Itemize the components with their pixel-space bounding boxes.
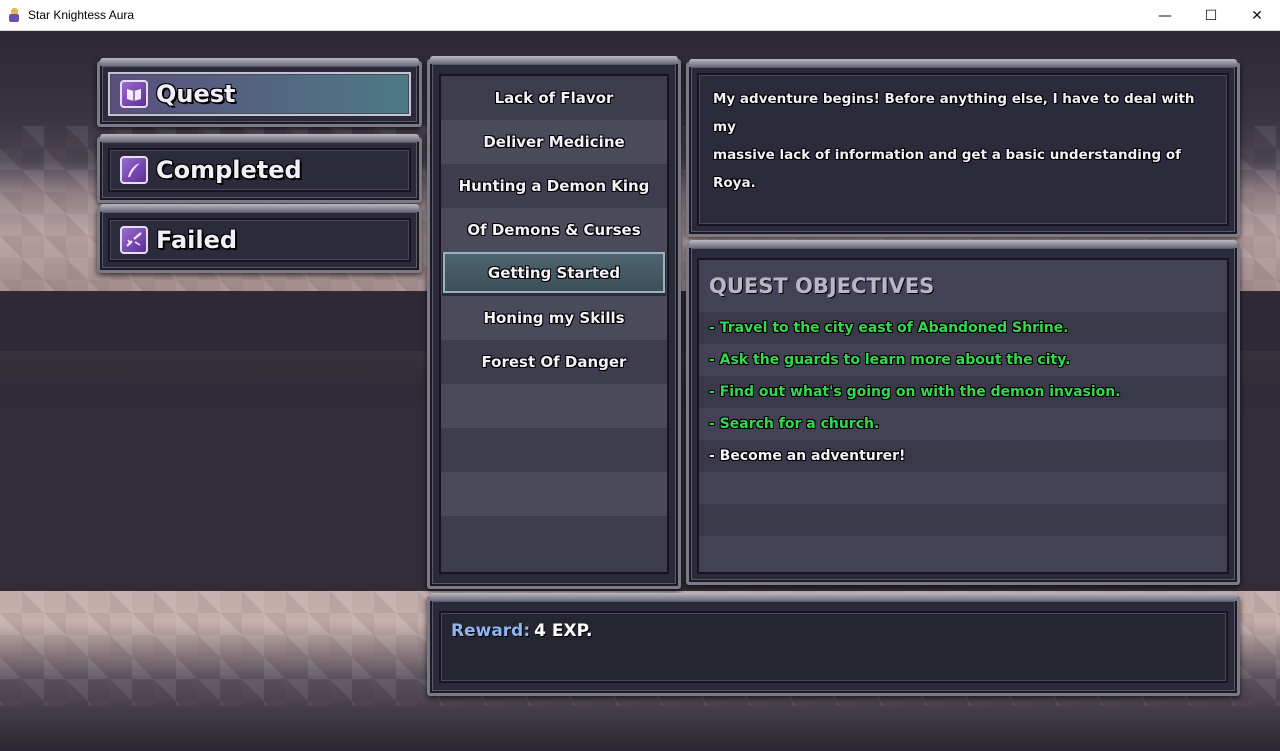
objective-item: - Search for a church. <box>699 408 1227 440</box>
category-tab-failed-inner: Failed <box>108 218 411 262</box>
quest-objectives: QUEST OBJECTIVES - Travel to the city ea… <box>697 258 1229 574</box>
objective-empty-row <box>699 536 1227 572</box>
maximize-icon: ☐ <box>1204 7 1218 24</box>
quest-item-label: Of Demons & Curses <box>467 221 641 239</box>
category-label: Failed <box>156 226 238 254</box>
quill-icon <box>120 156 148 184</box>
quest-item-label: Deliver Medicine <box>483 133 625 151</box>
category-tab-completed-inner: Completed <box>108 148 411 192</box>
window-titlebar: Star Knightess Aura — ☐ ✕ <box>0 0 1280 31</box>
frame-top-edge <box>689 59 1237 67</box>
objective-empty-row <box>699 472 1227 504</box>
quest-item-of-demons-curses[interactable]: Of Demons & Curses <box>441 208 667 252</box>
description-line-2: massive lack of information and get a ba… <box>713 147 1182 191</box>
frame-top-edge <box>100 204 419 212</box>
category-tab-quest-inner: Quest <box>108 72 411 116</box>
reward-label: Reward: <box>451 621 531 641</box>
app-icon <box>6 7 22 23</box>
objective-text: - Travel to the city east of Abandoned S… <box>709 320 1069 336</box>
objective-item: - Find out what's going on with the demo… <box>699 376 1227 408</box>
quest-objectives-panel: QUEST OBJECTIVES - Travel to the city ea… <box>686 240 1240 585</box>
quest-list-panel: Lack of Flavor Deliver Medicine Hunting … <box>427 56 681 589</box>
quest-list-empty-row <box>441 428 667 472</box>
objective-item: - Travel to the city east of Abandoned S… <box>699 312 1227 344</box>
window-title: Star Knightess Aura <box>28 8 135 22</box>
quest-item-label: Honing my Skills <box>483 309 625 327</box>
quest-item-label: Forest Of Danger <box>481 353 627 371</box>
objective-text: - Find out what's going on with the demo… <box>709 384 1121 400</box>
objective-text: - Ask the guards to learn more about the… <box>709 352 1071 368</box>
quest-item-forest-of-danger[interactable]: Forest Of Danger <box>441 340 667 384</box>
quest-item-getting-started[interactable]: Getting Started <box>443 252 665 293</box>
quest-list-empty-row <box>441 384 667 428</box>
frame-top-edge <box>100 58 419 66</box>
objective-item: - Ask the guards to learn more about the… <box>699 344 1227 376</box>
quest-description: My adventure begins! Before anything els… <box>697 73 1229 226</box>
frame-top-edge <box>100 134 419 142</box>
close-button[interactable]: ✕ <box>1234 0 1280 31</box>
book-icon <box>120 80 148 108</box>
category-tab-completed[interactable]: Completed <box>97 134 422 203</box>
category-label: Completed <box>156 156 302 184</box>
close-icon: ✕ <box>1251 7 1263 24</box>
quest-description-panel: My adventure begins! Before anything els… <box>686 59 1240 237</box>
frame-top-edge <box>430 593 1237 601</box>
quest-item-label: Hunting a Demon King <box>458 177 650 195</box>
quest-reward: Reward: 4 EXP. <box>439 611 1228 683</box>
reward-value: 4 EXP. <box>534 621 593 641</box>
quest-item-lack-of-flavor[interactable]: Lack of Flavor <box>441 76 667 120</box>
quest-item-honing-my-skills[interactable]: Honing my Skills <box>441 296 667 340</box>
quest-item-label: Getting Started <box>487 263 621 282</box>
window-controls: — ☐ ✕ <box>1142 0 1280 31</box>
minimize-icon: — <box>1158 7 1172 24</box>
quest-reward-panel: Reward: 4 EXP. <box>427 593 1240 696</box>
minimize-button[interactable]: — <box>1142 0 1188 31</box>
objective-text: - Become an adventurer! <box>709 448 906 464</box>
quest-list: Lack of Flavor Deliver Medicine Hunting … <box>439 74 669 574</box>
maximize-button[interactable]: ☐ <box>1188 0 1234 31</box>
objective-empty-row <box>699 504 1227 536</box>
quest-list-empty-row <box>441 472 667 516</box>
category-label: Quest <box>156 80 236 108</box>
frame-top-edge <box>689 240 1237 248</box>
quest-item-hunting-a-demon-king[interactable]: Hunting a Demon King <box>441 164 667 208</box>
quest-item-label: Lack of Flavor <box>494 89 614 107</box>
frame-top-edge <box>430 56 678 64</box>
quest-list-empty-row <box>441 516 667 572</box>
objective-text: - Search for a church. <box>709 416 880 432</box>
quest-item-deliver-medicine[interactable]: Deliver Medicine <box>441 120 667 164</box>
description-line-1: My adventure begins! Before anything els… <box>713 91 1195 135</box>
category-tab-quest[interactable]: Quest <box>97 58 422 127</box>
objectives-title: QUEST OBJECTIVES <box>709 274 935 298</box>
category-tab-failed[interactable]: Failed <box>97 204 422 273</box>
broken-sword-icon <box>120 226 148 254</box>
objective-item: - Become an adventurer! <box>699 440 1227 472</box>
